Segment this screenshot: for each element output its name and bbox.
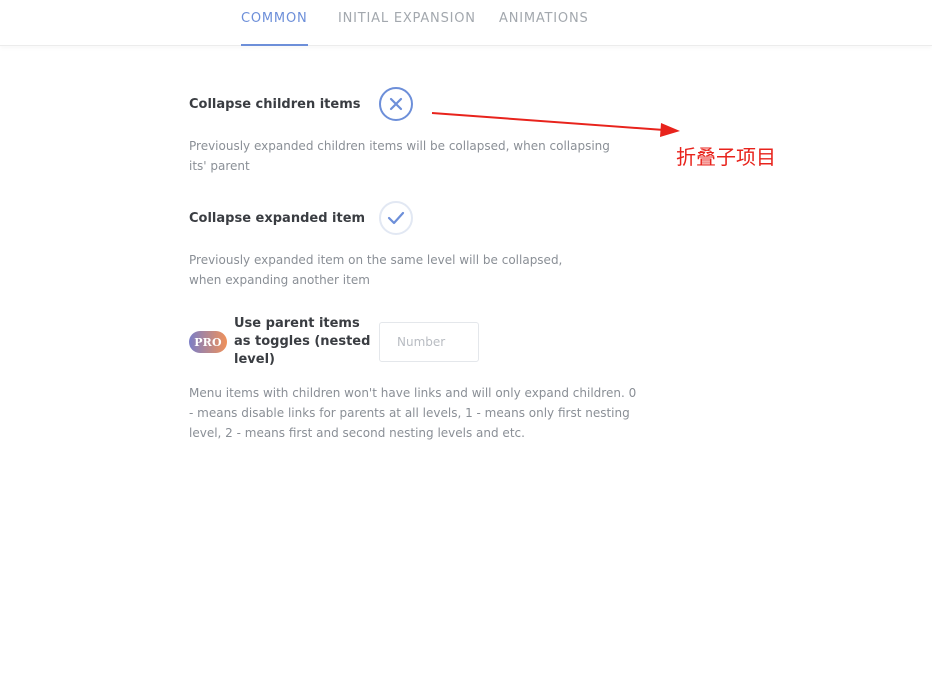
tab-initial-expansion[interactable]: INITIAL EXPANSION	[338, 0, 476, 45]
collapse-expanded-toggle[interactable]	[379, 201, 413, 235]
parent-toggles-label: Use parent items as toggles (nested leve…	[234, 316, 371, 367]
collapse-expanded-label: Collapse expanded item	[189, 211, 366, 226]
nesting-level-input[interactable]	[379, 322, 479, 362]
tab-animations[interactable]: ANIMATIONS	[499, 0, 589, 45]
pro-badge: PRO	[189, 331, 227, 353]
settings-page: COMMON INITIAL EXPANSION ANIMATIONS Coll…	[0, 0, 932, 682]
collapse-children-toggle[interactable]	[379, 87, 413, 121]
parent-toggles-description: Menu items with children won't have link…	[189, 386, 637, 440]
collapse-expanded-description: Previously expanded item on the same lev…	[189, 253, 563, 287]
check-icon	[387, 211, 405, 225]
close-icon	[389, 97, 403, 111]
collapse-children-label: Collapse children items	[189, 97, 361, 112]
tab-bar: COMMON INITIAL EXPANSION ANIMATIONS	[0, 0, 932, 46]
tab-common[interactable]: COMMON	[241, 0, 308, 46]
collapse-children-description: Previously expanded children items will …	[189, 139, 610, 173]
annotation-text: 折叠子项目	[676, 145, 776, 169]
